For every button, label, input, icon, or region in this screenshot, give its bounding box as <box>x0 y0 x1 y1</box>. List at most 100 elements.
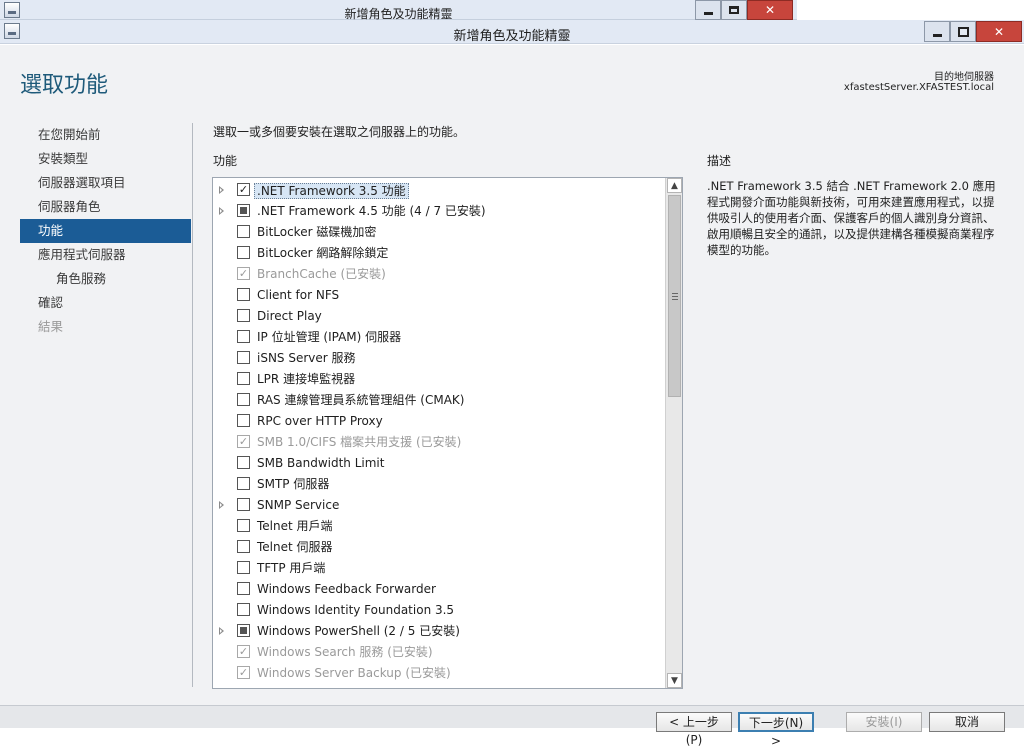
feature-row[interactable]: Direct Play <box>213 306 665 327</box>
cancel-button[interactable]: 取消 <box>929 712 1005 732</box>
feature-checkbox[interactable] <box>237 519 250 532</box>
instructions-text: 選取一或多個要安裝在選取之伺服器上的功能。 <box>213 125 466 139</box>
background-close-button[interactable]: ✕ <box>747 0 793 20</box>
restore-button[interactable] <box>950 21 976 42</box>
feature-row[interactable]: iSNS Server 服務 <box>213 348 665 369</box>
feature-checkbox[interactable] <box>237 624 250 637</box>
feature-row[interactable]: BitLocker 磁碟機加密 <box>213 222 665 243</box>
expand-arrow-icon[interactable] <box>219 186 224 194</box>
feature-checkbox[interactable] <box>237 309 250 322</box>
feature-row[interactable]: .NET Framework 4.5 功能 (4 / 7 已安裝) <box>213 201 665 222</box>
feature-label: SMB 1.0/CIFS 檔案共用支援 (已安裝) <box>257 435 462 449</box>
close-icon: ✕ <box>764 3 776 17</box>
feature-row[interactable]: RPC over HTTP Proxy <box>213 411 665 432</box>
feature-label: SMTP 伺服器 <box>257 477 330 491</box>
feature-row[interactable]: Windows Server Backup (已安裝) <box>213 663 665 684</box>
feature-checkbox[interactable] <box>237 372 250 385</box>
nav-item[interactable]: 功能 <box>20 219 191 243</box>
maximize-icon <box>729 6 739 14</box>
feature-checkbox <box>237 435 250 448</box>
install-button[interactable]: 安裝(I) <box>846 712 922 732</box>
feature-row[interactable]: .NET Framework 3.5 功能 <box>213 180 665 201</box>
feature-row[interactable]: BranchCache (已安裝) <box>213 264 665 285</box>
feature-label: LPR 連接埠監視器 <box>257 372 356 386</box>
feature-checkbox[interactable] <box>237 477 250 490</box>
feature-checkbox[interactable] <box>237 498 250 511</box>
feature-checkbox[interactable] <box>237 582 250 595</box>
feature-row[interactable]: BitLocker 網路解除鎖定 <box>213 243 665 264</box>
feature-label: Windows PowerShell (2 / 5 已安裝) <box>257 624 460 638</box>
window-title: 新增角色及功能精靈 <box>453 29 571 44</box>
nav-item[interactable]: 確認 <box>20 291 191 315</box>
nav-item: 結果 <box>38 319 64 334</box>
feature-checkbox[interactable] <box>237 393 250 406</box>
nav-item[interactable]: 伺服器角色 <box>20 195 191 219</box>
nav-item[interactable]: 安裝類型 <box>20 147 191 171</box>
features-list[interactable]: .NET Framework 3.5 功能 .NET Framework 4.5 … <box>212 177 683 689</box>
feature-label: Direct Play <box>257 309 322 323</box>
previous-button[interactable]: < 上一步(P) <box>656 712 732 747</box>
feature-checkbox[interactable] <box>237 456 250 469</box>
vertical-scrollbar[interactable]: ▲ ▼ <box>665 178 682 688</box>
background-window-titlebar[interactable]: 新增角色及功能精靈 ✕ <box>0 0 797 21</box>
feature-row[interactable]: Telnet 伺服器 <box>213 537 665 558</box>
feature-label: Telnet 用戶端 <box>257 519 333 533</box>
feature-row[interactable]: Telnet 用戶端 <box>213 516 665 537</box>
background-maximize-button[interactable] <box>721 0 747 20</box>
feature-checkbox[interactable] <box>237 246 250 259</box>
background-minimize-button[interactable] <box>695 0 721 20</box>
feature-row[interactable]: RAS 連線管理員系統管理組件 (CMAK) <box>213 390 665 411</box>
feature-checkbox[interactable] <box>237 225 250 238</box>
feature-row[interactable]: TFTP 用戶端 <box>213 558 665 579</box>
feature-checkbox <box>237 267 250 280</box>
feature-row[interactable]: SNMP Service <box>213 495 665 516</box>
nav-item[interactable]: 應用程式伺服器 <box>20 243 191 267</box>
expand-arrow-icon[interactable] <box>219 627 224 635</box>
feature-checkbox[interactable] <box>237 351 250 364</box>
expand-arrow-icon[interactable] <box>219 501 224 509</box>
feature-row[interactable]: Windows Identity Foundation 3.5 <box>213 600 665 621</box>
feature-row[interactable]: IP 位址管理 (IPAM) 伺服器 <box>213 327 665 348</box>
minimize-button[interactable] <box>924 21 950 42</box>
expand-arrow-icon[interactable] <box>219 207 224 215</box>
chevron-down-icon: ▼ <box>671 675 678 686</box>
feature-checkbox[interactable] <box>237 183 250 196</box>
feature-row[interactable]: Windows Search 服務 (已安裝) <box>213 642 665 663</box>
window-titlebar[interactable]: 新增角色及功能精靈 ✕ <box>0 20 1024 44</box>
feature-row[interactable]: Client for NFS <box>213 285 665 306</box>
nav-item[interactable]: 伺服器選取項目 <box>20 171 191 195</box>
nav-item[interactable]: 在您開始前 <box>20 123 191 147</box>
next-button[interactable]: 下一步(N) > <box>738 712 814 748</box>
feature-checkbox[interactable] <box>237 330 250 343</box>
feature-checkbox[interactable] <box>237 540 250 553</box>
feature-label: RPC over HTTP Proxy <box>257 414 383 428</box>
feature-checkbox[interactable] <box>237 603 250 616</box>
scroll-down-button[interactable]: ▼ <box>667 673 682 688</box>
close-button[interactable]: ✕ <box>976 21 1022 42</box>
feature-row[interactable]: Windows Feedback Forwarder <box>213 579 665 600</box>
wizard-body: 選取功能 目的地伺服器 xfastestServer.XFASTEST.loca… <box>0 45 1024 728</box>
feature-row[interactable]: SMB Bandwidth Limit <box>213 453 665 474</box>
feature-checkbox[interactable] <box>237 204 250 217</box>
nav-divider <box>192 123 193 687</box>
destination-server-name: xfastestServer.XFASTEST.local <box>843 82 994 93</box>
feature-checkbox[interactable] <box>237 288 250 301</box>
feature-row[interactable]: LPR 連接埠監視器 <box>213 369 665 390</box>
scrollbar-thumb[interactable] <box>668 195 681 397</box>
grip-icon <box>672 293 678 300</box>
feature-label: BranchCache (已安裝) <box>257 267 386 281</box>
feature-row[interactable]: Windows PowerShell (2 / 5 已安裝) <box>213 621 665 642</box>
feature-row[interactable]: SMTP 伺服器 <box>213 474 665 495</box>
features-header: 功能 <box>213 154 238 168</box>
scroll-up-button[interactable]: ▲ <box>667 178 682 193</box>
feature-label: BitLocker 網路解除鎖定 <box>257 246 389 260</box>
feature-checkbox[interactable] <box>237 561 250 574</box>
nav-item[interactable]: 角色服務 <box>20 267 191 291</box>
feature-label: IP 位址管理 (IPAM) 伺服器 <box>257 330 402 344</box>
features-list-rows: .NET Framework 3.5 功能 .NET Framework 4.5 … <box>213 180 665 686</box>
feature-checkbox[interactable] <box>237 414 250 427</box>
restore-icon <box>957 26 969 37</box>
feature-label: SNMP Service <box>257 498 340 512</box>
feature-label: TFTP 用戶端 <box>257 561 326 575</box>
feature-row[interactable]: SMB 1.0/CIFS 檔案共用支援 (已安裝) <box>213 432 665 453</box>
